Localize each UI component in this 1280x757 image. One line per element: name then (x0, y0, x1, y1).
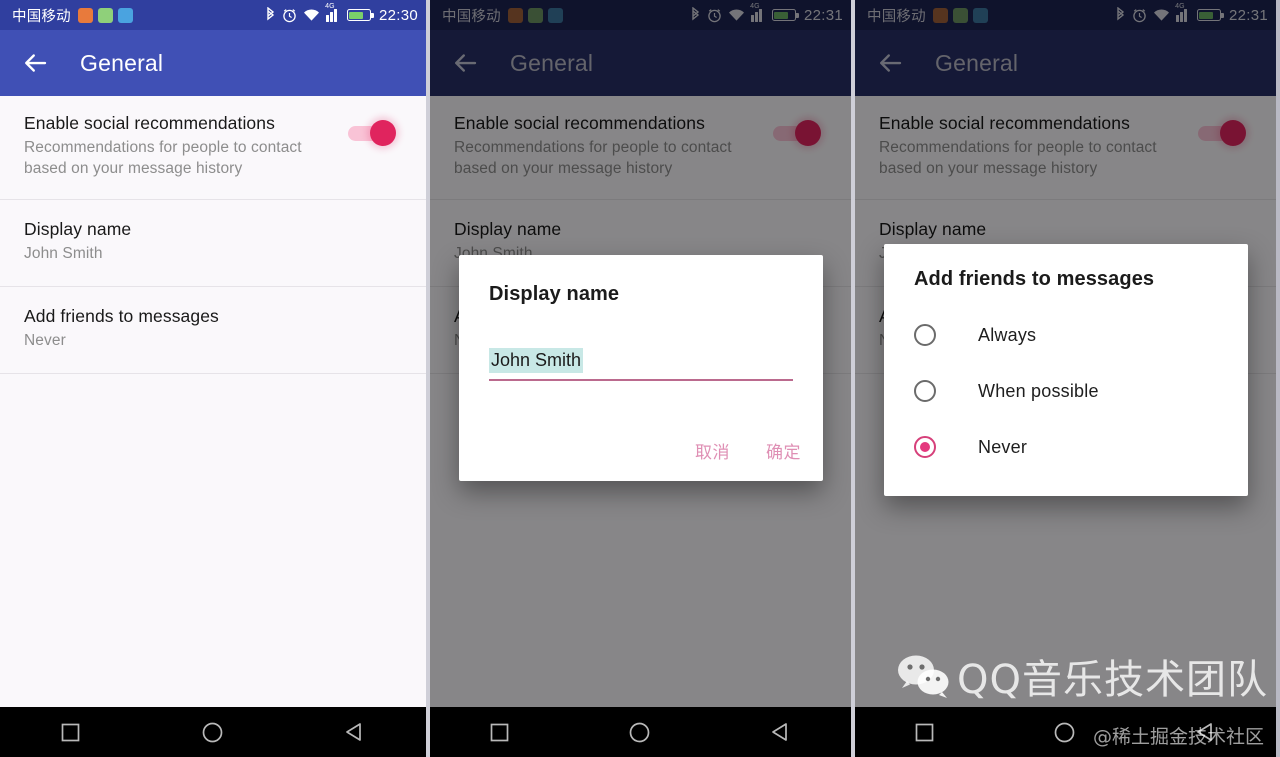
phone-panel-3: 中国移动 4G 22:31 General Enable social reco… (851, 0, 1276, 757)
radio-selected-icon (914, 436, 936, 458)
phone-panel-1: 中国移动 4G 22:30 General Enable social reco… (0, 0, 426, 757)
status-right-icons: 4G 22:30 (265, 3, 418, 24)
page-title: General (80, 49, 164, 76)
clock-label: 22:30 (378, 6, 418, 24)
status-bar: 中国移动 4G 22:30 (0, 0, 426, 30)
bluetooth-icon (267, 7, 275, 21)
triangle-back-icon[interactable] (1195, 721, 1217, 743)
list-item-title: Enable social recommendations (24, 113, 275, 133)
navigation-bar (0, 707, 426, 757)
carrier-label: 中国移动 (12, 8, 71, 25)
triangle-back-icon[interactable] (344, 721, 366, 743)
list-item-subtitle: John Smith (24, 245, 103, 262)
list-item-add-friends-to-messages[interactable]: Add friends to messages Never (0, 287, 426, 374)
radio-icon (914, 380, 936, 402)
list-item-enable-social-recommendations[interactable]: Enable social recommendations Recommenda… (0, 96, 426, 200)
alarm-icon (283, 8, 296, 22)
square-recents-icon[interactable] (60, 722, 81, 743)
battery-icon (346, 9, 374, 21)
circle-home-icon[interactable] (1053, 721, 1076, 744)
navigation-bar (855, 707, 1276, 757)
radio-icon (914, 324, 936, 346)
input-underline (489, 379, 793, 381)
list-item-display-name[interactable]: Display name John Smith (0, 200, 426, 287)
add-friends-dialog: Add friends to messages Always When poss… (884, 244, 1248, 496)
navigation-bar (430, 707, 851, 757)
radio-option-label: Never (978, 436, 1028, 457)
wifi-icon (304, 9, 320, 21)
radio-option-never[interactable]: Never (884, 419, 1248, 475)
display-name-input[interactable]: John Smith (489, 348, 793, 381)
blue-app-icon (117, 7, 133, 23)
green-app-icon (97, 7, 113, 23)
toggle-thumb (370, 120, 396, 146)
radio-option-label: Always (978, 324, 1037, 345)
dialog-title: Add friends to messages (914, 268, 1155, 290)
phone-panel-2: 中国移动 4G 22:31 General Enable social reco… (426, 0, 851, 757)
network-type-label: 4G (325, 3, 335, 10)
screenshot-stage: 中国移动 4G 22:30 General Enable social reco… (0, 0, 1280, 757)
radio-group: Always When possible Never (884, 307, 1248, 475)
square-recents-icon[interactable] (914, 722, 935, 743)
display-name-dialog: Display name John Smith 取消 确定 (459, 255, 823, 481)
list-item-title: Display name (24, 219, 132, 239)
dialog-actions: 取消 确定 (695, 438, 801, 463)
square-recents-icon[interactable] (489, 722, 510, 743)
confirm-button[interactable]: 确定 (766, 438, 801, 463)
radio-option-when-possible[interactable]: When possible (884, 363, 1248, 419)
radio-option-always[interactable]: Always (884, 307, 1248, 363)
signal-4g-icon: 4G (325, 3, 341, 22)
cancel-button[interactable]: 取消 (695, 438, 730, 463)
dialog-title: Display name (489, 283, 620, 305)
settings-list: Enable social recommendations Recommenda… (0, 96, 426, 374)
circle-home-icon[interactable] (628, 721, 651, 744)
circle-home-icon[interactable] (201, 721, 224, 744)
list-item-subtitle: Recommendations for people to contact ba… (24, 139, 302, 177)
app-bar: General (0, 30, 426, 96)
list-item-title: Add friends to messages (24, 306, 219, 326)
list-item-subtitle: Never (24, 332, 66, 349)
social-recommendations-toggle[interactable] (346, 119, 398, 147)
radio-option-label: When possible (978, 380, 1099, 401)
display-name-input-value[interactable]: John Smith (489, 348, 584, 373)
orange-app-icon (77, 7, 93, 23)
status-app-icons (77, 7, 133, 23)
triangle-back-icon[interactable] (770, 721, 792, 743)
back-arrow-icon[interactable] (20, 48, 50, 78)
